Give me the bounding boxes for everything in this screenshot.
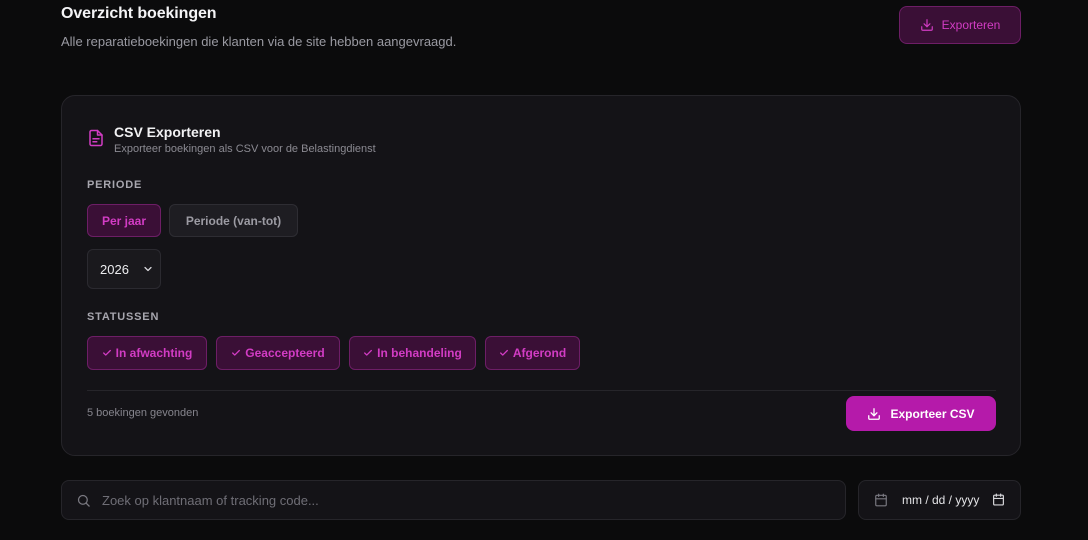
status-chip-label: Geaccepteerd [245, 346, 325, 360]
check-icon [232, 349, 241, 356]
page-title: Overzicht boekingen [61, 5, 217, 22]
search-bar[interactable] [61, 480, 846, 520]
calendar-picker-icon[interactable] [992, 493, 1005, 506]
date-input[interactable]: mm / dd / yyyy [902, 493, 979, 507]
search-icon [77, 494, 90, 507]
period-option-per-jaar[interactable]: Per jaar [87, 204, 161, 237]
check-icon [364, 349, 373, 356]
page-header: Overzicht boekingen Alle reparatieboekin… [61, 5, 1021, 55]
status-label: STATUSSEN [87, 311, 160, 323]
download-icon [868, 407, 881, 420]
card-title: CSV Exporteren [114, 124, 221, 140]
year-value: 2026 [100, 261, 129, 277]
export-button-label: Exporteren [941, 18, 1001, 32]
results-count: 5 boekingen gevonden [87, 407, 199, 419]
status-chip-afgerond[interactable]: Afgerond [485, 336, 580, 370]
period-label: PERIODE [87, 179, 143, 191]
chevron-down-icon [144, 266, 152, 272]
export-csv-label: Exporteer CSV [890, 406, 975, 421]
calendar-icon [875, 493, 887, 507]
status-chip-in-afwachting[interactable]: In afwachting [87, 336, 207, 370]
date-filter[interactable]: mm / dd / yyyy [858, 480, 1021, 520]
check-icon [102, 349, 111, 356]
search-input[interactable] [102, 481, 832, 519]
divider [87, 390, 996, 391]
page-subtitle: Alle reparatieboekingen die klanten via … [61, 34, 457, 49]
status-chip-label: In afwachting [115, 346, 193, 360]
status-chip-label: Afgerond [512, 346, 567, 360]
download-icon [920, 19, 933, 31]
csv-export-card: CSV Exporteren Exporteer boekingen als C… [61, 95, 1021, 456]
year-select[interactable]: 2026 [87, 249, 161, 289]
export-button[interactable]: Exporteren [899, 6, 1021, 44]
status-chip-label: In behandeling [377, 346, 462, 360]
period-option-range[interactable]: Periode (van-tot) [169, 204, 298, 237]
status-chip-geaccepteerd[interactable]: Geaccepteerd [216, 336, 340, 370]
export-csv-button[interactable]: Exporteer CSV [846, 396, 996, 431]
card-description: Exporteer boekingen als CSV voor de Bela… [114, 143, 376, 155]
file-text-icon [89, 129, 103, 147]
status-chip-in-behandeling[interactable]: In behandeling [349, 336, 476, 370]
check-icon [499, 349, 508, 356]
